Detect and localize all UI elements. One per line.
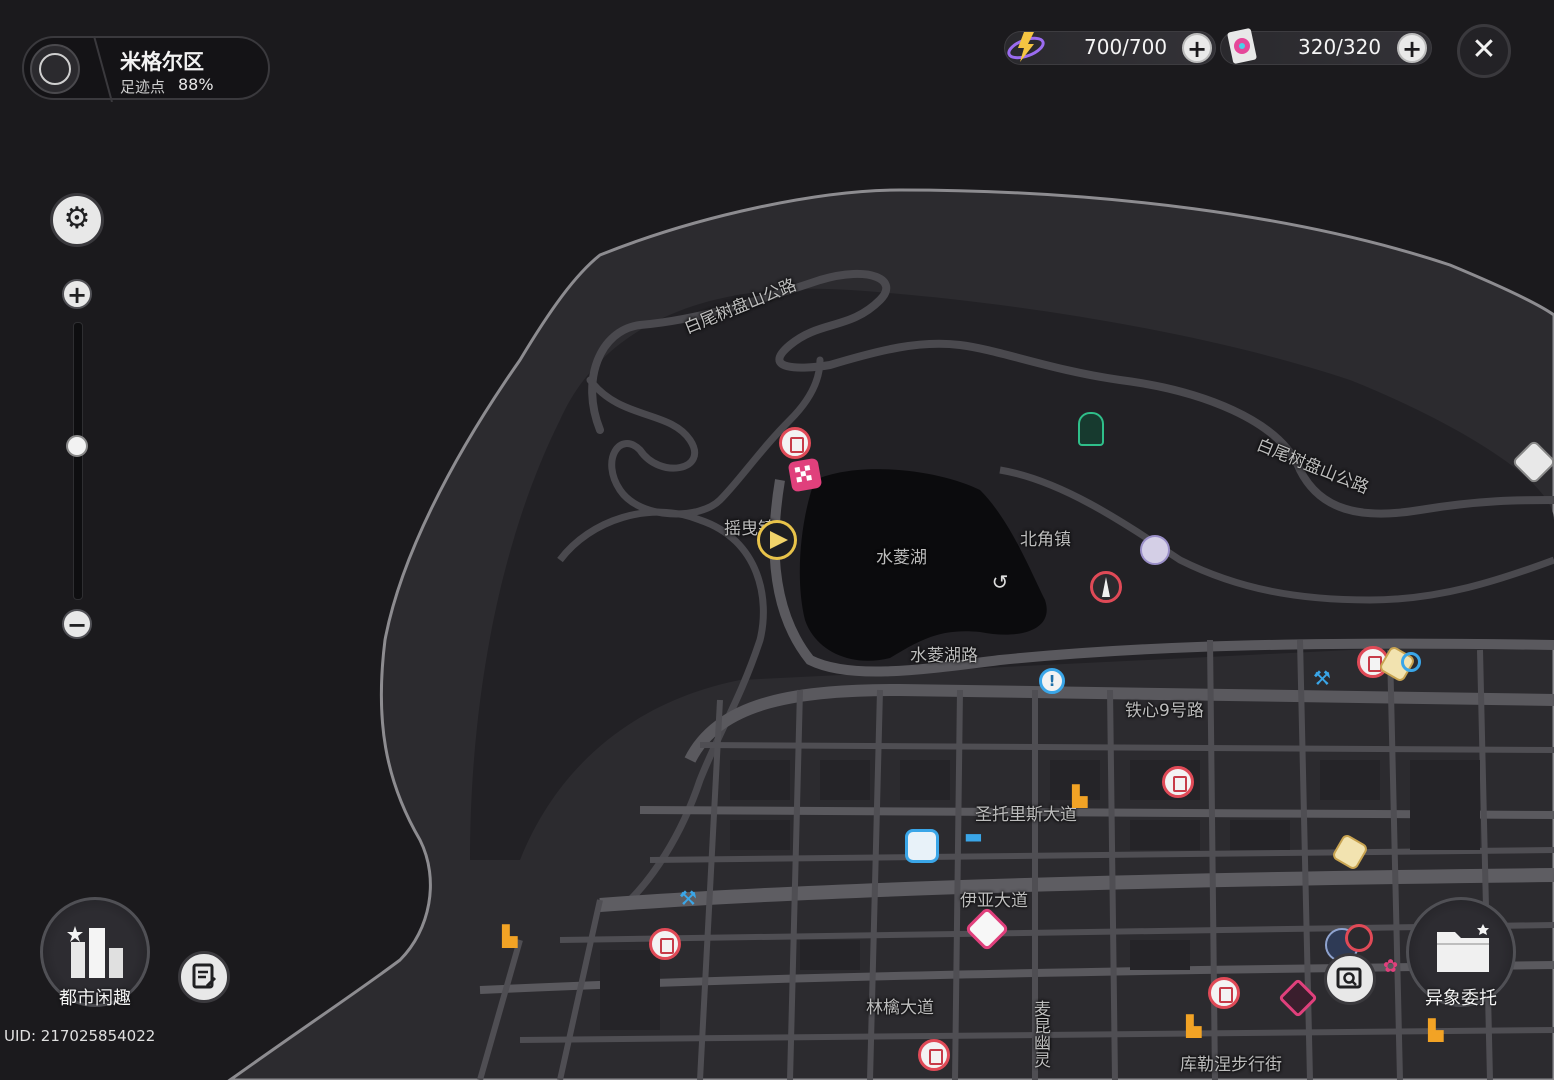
building-shop-icon-west[interactable]: ▙ xyxy=(502,926,517,946)
card-divider xyxy=(93,36,113,102)
linqin-avenue-label: 林檎大道 xyxy=(866,998,934,1018)
film-value: 320/320 xyxy=(1298,35,1382,59)
tower-landmark-icon[interactable] xyxy=(1090,571,1122,603)
vending-machine-pin-southwest[interactable] xyxy=(649,928,681,960)
building-shop-icon-south[interactable]: ▙ xyxy=(1186,1016,1201,1036)
lake-label: 水菱湖 xyxy=(876,548,927,568)
player-position-icon xyxy=(757,520,797,560)
iya-avenue-label: 伊亚大道 xyxy=(960,891,1028,911)
fishing-spot-icon[interactable]: ↺ xyxy=(988,570,1012,594)
footprint-value: 88% xyxy=(178,75,214,94)
town-label-north: 北角镇 xyxy=(1020,530,1071,550)
lake-road-label: 水菱湖路 xyxy=(910,646,978,666)
vending-machine-pin-bottom[interactable] xyxy=(918,1039,950,1071)
road-9-label: 铁心9号路 xyxy=(1125,701,1204,721)
quest-log-icon[interactable] xyxy=(178,951,230,1003)
car-icon[interactable]: ▬ xyxy=(964,826,983,846)
anomaly-commission-button[interactable]: 异象委托 xyxy=(1406,897,1516,1009)
kuller-street-label: 库勒涅步行街 xyxy=(1180,1055,1282,1075)
close-button[interactable]: ✕ xyxy=(1457,24,1511,78)
city-fun-label: 都市闲趣 xyxy=(59,988,131,1009)
alert-info-icon[interactable]: ! xyxy=(1039,668,1065,694)
district-card[interactable]: 米格尔区 足迹点 88% xyxy=(22,36,270,102)
zoom-slider-track[interactable] xyxy=(73,322,83,600)
energy-value: 700/700 xyxy=(1084,35,1168,59)
vending-machine-pin-center[interactable] xyxy=(1162,766,1194,798)
film-reel-icon xyxy=(1224,26,1260,66)
district-name: 米格尔区 xyxy=(120,50,204,74)
add-film-button[interactable]: + xyxy=(1397,33,1427,63)
st-avenue-label: 圣托里斯大道 xyxy=(975,805,1077,825)
vending-machine-pin[interactable] xyxy=(779,427,811,459)
arch-portal-icon[interactable] xyxy=(905,829,939,863)
pink-badge-icon[interactable]: ✿ xyxy=(1383,958,1398,976)
building-shop-icon-southeast[interactable]: ▙ xyxy=(1428,1020,1443,1040)
battery-energy-icon xyxy=(1004,26,1048,66)
shrine-icon[interactable] xyxy=(1078,412,1104,446)
cyan-ring-icon[interactable] xyxy=(1401,652,1421,672)
compass-icon[interactable] xyxy=(30,44,80,94)
building-shop-icon[interactable]: ▙ xyxy=(1072,786,1087,806)
zoom-out-button[interactable]: − xyxy=(62,609,92,639)
race-flag-icon[interactable] xyxy=(787,457,823,493)
tower-landmark-icon-south[interactable] xyxy=(1345,924,1373,952)
uid-text: UID: 217025854022 xyxy=(4,1027,156,1045)
city-buildings-icon xyxy=(67,926,123,978)
footprint-label: 足迹点 xyxy=(120,78,166,96)
map-search-icon[interactable] xyxy=(1324,953,1376,1005)
folder-icon xyxy=(1437,924,1489,972)
zoom-in-button[interactable]: + xyxy=(62,279,92,309)
city-fun-button[interactable]: 都市闲趣 xyxy=(40,897,150,1009)
add-energy-button[interactable]: + xyxy=(1182,33,1212,63)
settings-gear-icon[interactable]: ⚙ xyxy=(50,193,104,247)
vending-machine-pin-south[interactable] xyxy=(1208,977,1240,1009)
mechanic-tools-icon[interactable]: ⚒ xyxy=(1313,668,1331,688)
vertical-road-label: 麦昆幽灵 xyxy=(1030,1000,1050,1068)
anomaly-commission-label: 异象委托 xyxy=(1425,988,1497,1009)
mechanic-tools-icon-west[interactable]: ⚒ xyxy=(679,888,697,908)
fairy-character-icon[interactable] xyxy=(1140,535,1170,565)
